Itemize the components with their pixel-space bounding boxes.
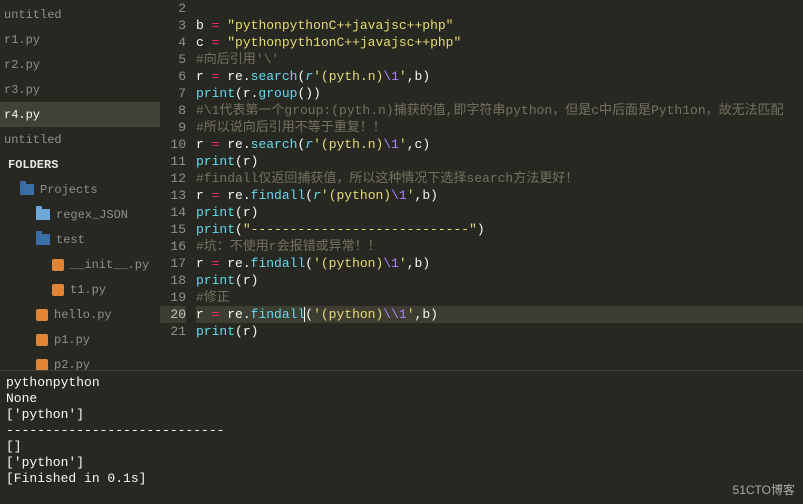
code-line[interactable]: c = "pythonpyth1onC++javajsc++php"	[196, 34, 803, 51]
code-line[interactable]: #坑：不使用r会报错或异常！！	[196, 238, 803, 255]
python-icon	[36, 309, 48, 321]
code-line[interactable]: r = re.search(r'(pyth.n)\1',b)	[196, 68, 803, 85]
code-area[interactable]: b = "pythonpythonC++javajsc++php"c = "py…	[196, 0, 803, 370]
code-line[interactable]: #修正	[196, 289, 803, 306]
python-icon	[52, 284, 64, 296]
code-line[interactable]: #所以说向后引用不等于重复！！	[196, 119, 803, 136]
open-file[interactable]: r3.py	[0, 77, 160, 102]
tree-file[interactable]: hello.py	[0, 302, 160, 327]
open-file[interactable]: untitled	[0, 127, 160, 152]
code-line[interactable]: r = re.findall(r'(python)\1',b)	[196, 187, 803, 204]
sidebar: untitled r1.py r2.py r3.py r4.py untitle…	[0, 0, 160, 370]
folder-icon	[36, 209, 50, 220]
watermark: 51CTO博客	[733, 481, 795, 498]
code-line[interactable]: #\1代表第一个group:(pyth.n)捕获的值,即字符串python，但是…	[196, 102, 803, 119]
folder-open-icon	[36, 234, 50, 245]
code-line[interactable]: print(r)	[196, 153, 803, 170]
code-line[interactable]: print(r)	[196, 323, 803, 340]
folder-item[interactable]: test	[0, 227, 160, 252]
code-line[interactable]: r = re.findall('(python)\\1',b)	[196, 306, 803, 323]
code-line[interactable]: print("----------------------------")	[196, 221, 803, 238]
python-icon	[36, 334, 48, 346]
open-file[interactable]: r2.py	[0, 52, 160, 77]
folder-item[interactable]: regex_JSON	[0, 202, 160, 227]
output-terminal[interactable]: pythonpython None ['python'] -----------…	[0, 370, 803, 504]
python-icon	[52, 259, 64, 271]
code-line[interactable]: print(r)	[196, 204, 803, 221]
open-file[interactable]: r1.py	[0, 27, 160, 52]
editor[interactable]: 23456789101112131415161718192021 b = "py…	[160, 0, 803, 370]
open-file-active[interactable]: r4.py	[0, 102, 160, 127]
tree-file[interactable]: __init__.py	[0, 252, 160, 277]
folders-header: FOLDERS	[0, 152, 160, 177]
code-line[interactable]: print(r.group())	[196, 85, 803, 102]
code-line[interactable]: r = re.findall('(python)\1',b)	[196, 255, 803, 272]
line-numbers: 23456789101112131415161718192021	[160, 0, 196, 370]
folder-open-icon	[20, 184, 34, 195]
open-file[interactable]: untitled	[0, 2, 160, 27]
tree-file[interactable]: t1.py	[0, 277, 160, 302]
code-line[interactable]: r = re.search(r'(pyth.n)\1',c)	[196, 136, 803, 153]
code-line[interactable]: b = "pythonpythonC++javajsc++php"	[196, 17, 803, 34]
python-icon	[36, 359, 48, 371]
tree-file[interactable]: p2.py	[0, 352, 160, 370]
folder-projects[interactable]: Projects	[0, 177, 160, 202]
code-line[interactable]	[196, 0, 803, 17]
code-line[interactable]: #向后引用'\'	[196, 51, 803, 68]
code-line[interactable]: print(r)	[196, 272, 803, 289]
code-line[interactable]: #findall仅返回捕获值，所以这种情况下选择search方法更好！	[196, 170, 803, 187]
tree-file[interactable]: p1.py	[0, 327, 160, 352]
